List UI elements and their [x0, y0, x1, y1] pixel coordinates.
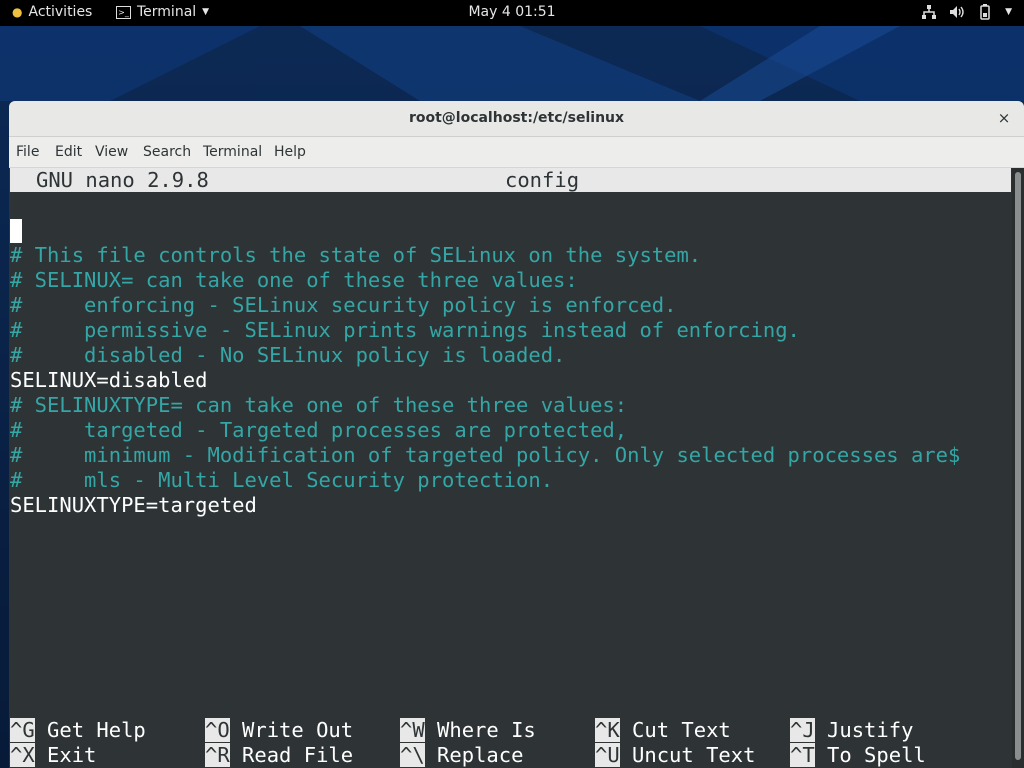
shortcut-label: Exit: [34, 743, 97, 767]
editor-line: # mls - Multi Level Security protection.: [10, 468, 554, 492]
menu-help[interactable]: Help: [274, 144, 306, 160]
editor-line: SELINUXTYPE=targeted: [10, 493, 257, 517]
shortcut-item: ^O Write Out: [205, 718, 353, 743]
shortcut-item: ^X Exit: [10, 743, 96, 768]
shortcut-item: ^G Get Help: [10, 718, 146, 743]
shortcut-key: ^X: [10, 743, 35, 767]
network-icon[interactable]: [921, 4, 937, 20]
shortcut-label: Replace: [424, 743, 524, 767]
shortcut-item: ^R Read File: [205, 743, 353, 768]
editor-line: # This file controls the state of SELinu…: [10, 243, 702, 267]
shortcut-label: Read File: [229, 743, 354, 767]
shortcut-item: ^W Where Is: [400, 718, 536, 743]
shortcut-label: Uncut Text: [619, 743, 756, 767]
nano-filename: config: [505, 168, 580, 192]
nano-header: GNU nano 2.9.8 config: [10, 168, 1011, 192]
top-bar: ● Activities >_ Terminal ▼ May 4 01:51 ▼: [0, 0, 1024, 26]
shortcut-key: ^O: [205, 718, 230, 742]
shortcut-key: ^R: [205, 743, 230, 767]
shortcut-item: ^J Justify: [790, 718, 913, 743]
volume-icon[interactable]: [949, 4, 965, 20]
shortcut-label: Where Is: [424, 718, 536, 742]
editor-line: # enforcing - SELinux security policy is…: [10, 293, 677, 317]
shortcut-key: ^\: [400, 743, 425, 767]
window-title: root@localhost:/etc/selinux: [408, 110, 625, 126]
menu-bar: File Edit View Search Terminal Help: [9, 137, 1024, 168]
close-button[interactable]: ×: [994, 108, 1014, 128]
shortcut-item: ^\ Replace: [400, 743, 523, 768]
shortcut-label: Write Out: [229, 718, 354, 742]
shortcut-key: ^T: [790, 743, 815, 767]
shortcut-key: ^G: [10, 718, 35, 742]
editor-line: # minimum - Modification of targeted pol…: [10, 443, 961, 467]
terminal-window: root@localhost:/etc/selinux × File Edit …: [9, 101, 1024, 768]
editor-line: # disabled - No SELinux policy is loaded…: [10, 343, 566, 367]
menu-search[interactable]: Search: [143, 144, 191, 160]
menu-terminal[interactable]: Terminal: [203, 144, 262, 160]
window-titlebar[interactable]: root@localhost:/etc/selinux ×: [9, 101, 1024, 137]
menu-edit[interactable]: Edit: [55, 144, 82, 160]
terminal-area[interactable]: GNU nano 2.9.8 config # This file contro…: [9, 168, 1012, 768]
battery-icon[interactable]: [977, 4, 993, 20]
shortcut-label: To Spell: [814, 743, 926, 767]
menu-file[interactable]: File: [16, 144, 39, 160]
shortcut-key: ^K: [595, 718, 620, 742]
shortcut-item: ^T To Spell: [790, 743, 926, 768]
editor-line: # permissive - SELinux prints warnings i…: [10, 318, 800, 342]
shortcut-key: ^J: [790, 718, 815, 742]
clock[interactable]: May 4 01:51: [0, 4, 1024, 20]
shortcut-item: ^K Cut Text: [595, 718, 731, 743]
system-tray[interactable]: ▼: [921, 4, 1012, 20]
shortcut-label: Justify: [814, 718, 914, 742]
editor-line: # SELINUXTYPE= can take one of these thr…: [10, 393, 628, 417]
menu-view[interactable]: View: [95, 144, 128, 160]
text-cursor: [10, 219, 22, 243]
shortcut-key: ^U: [595, 743, 620, 767]
shortcut-label: Cut Text: [619, 718, 731, 742]
scrollbar-thumb[interactable]: [1015, 172, 1021, 760]
system-menu-chevron-icon[interactable]: ▼: [1005, 7, 1012, 17]
shortcut-label: Get Help: [34, 718, 146, 742]
clock-label: May 4 01:51: [468, 4, 556, 20]
editor-line: SELINUX=disabled: [10, 368, 208, 392]
editor-line: # targeted - Targeted processes are prot…: [10, 418, 628, 442]
scrollbar[interactable]: [1012, 168, 1024, 768]
shortcut-key: ^W: [400, 718, 425, 742]
shortcut-item: ^U Uncut Text: [595, 743, 755, 768]
nano-version: GNU nano 2.9.8: [36, 168, 209, 192]
editor-line: # SELINUX= can take one of these three v…: [10, 268, 578, 292]
